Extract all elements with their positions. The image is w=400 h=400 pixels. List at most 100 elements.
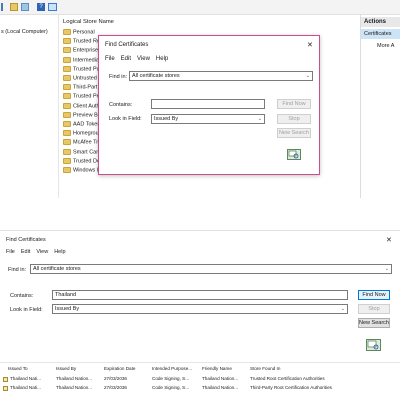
contains-label: Contains:	[10, 293, 34, 299]
contains-input[interactable]	[151, 99, 265, 109]
dialog-menu-bar: File Edit View Help	[105, 56, 174, 62]
column-header-issued-by[interactable]: Issued By	[56, 366, 102, 371]
folder-icon	[63, 38, 71, 45]
actions-more[interactable]: More A	[377, 43, 394, 49]
search-animation-icon	[287, 149, 301, 160]
look-in-field-select[interactable]: Issued By ⌄	[52, 304, 348, 314]
table-row[interactable]: Thailand Nati... Thailand Nation... 27/0…	[0, 385, 400, 393]
find-in-value: All certificate stores	[33, 266, 81, 272]
store-item[interactable]: Client Auth	[63, 102, 100, 111]
view-icon[interactable]	[48, 3, 57, 11]
cell-intended-purposes: Code Signing, S...	[152, 385, 190, 390]
store-item[interactable]: Third-Part	[63, 84, 97, 92]
store-item-label: Personal	[73, 29, 95, 36]
new-search-button[interactable]: New Search	[358, 318, 390, 328]
column-header-expiration-date[interactable]: Expiration Date	[104, 366, 150, 371]
actions-header: Actions	[361, 17, 400, 27]
store-item-label: Intermedia	[73, 57, 99, 64]
actions-certificates[interactable]: Certificates	[361, 29, 400, 39]
back-icon[interactable]	[1, 3, 5, 11]
look-in-field-select[interactable]: Issued By ⌄	[151, 114, 265, 124]
close-icon[interactable]: ✕	[386, 236, 392, 244]
look-in-field-value: Issued By	[55, 306, 80, 312]
cell-issued-to: Thailand Nati...	[10, 376, 41, 381]
folder-icon	[63, 102, 71, 109]
menu-edit[interactable]: Edit	[121, 56, 131, 62]
store-item-label: McAfee Tr	[73, 139, 99, 146]
store-item-label: Client Auth	[73, 103, 100, 110]
folder-icon	[63, 157, 71, 164]
column-header-intended-purposes[interactable]: Intended Purpose...	[152, 366, 200, 371]
store-item[interactable]: Homegrou	[63, 130, 99, 138]
store-item[interactable]: AAD Token	[63, 121, 100, 129]
contains-label: Contains:	[109, 102, 133, 108]
menu-file[interactable]: File	[6, 249, 15, 255]
dialog-title: Find Certificates	[6, 237, 46, 243]
chevron-down-icon: ⌄	[340, 306, 345, 312]
menu-file[interactable]: File	[105, 56, 115, 62]
menu-view[interactable]: View	[137, 56, 150, 62]
certificate-icon	[3, 386, 8, 391]
cell-issued-to: Thailand Nati...	[10, 385, 41, 390]
menu-edit[interactable]: Edit	[21, 249, 30, 255]
mmc-window: ? s (Local Computer) Logical Store Name …	[0, 0, 400, 198]
find-in-label: Find in:	[109, 74, 128, 80]
column-header-store-found-in[interactable]: Store Found In	[250, 366, 400, 371]
store-item-label: Trusted Pu	[73, 66, 100, 73]
help-icon[interactable]: ?	[37, 3, 45, 11]
find-in-select[interactable]: All certificate stores ⌄	[30, 264, 392, 274]
store-item[interactable]: Smart Car	[63, 148, 98, 157]
stop-button[interactable]: Stop	[277, 114, 311, 124]
cell-expiration-date: 27/03/2036	[104, 376, 127, 381]
store-item-label: Trusted Pe	[73, 93, 100, 100]
contains-input[interactable]: Thailand	[52, 290, 348, 300]
new-search-button[interactable]: New Search	[277, 128, 311, 138]
find-in-select[interactable]: All certificate stores ⌄	[129, 71, 313, 81]
column-header-friendly-name[interactable]: Friendly Name	[202, 366, 248, 371]
chevron-down-icon: ⌄	[257, 116, 262, 122]
cell-expiration-date: 27/03/2036	[104, 385, 127, 390]
find-in-label: Find in:	[8, 267, 27, 273]
menu-help[interactable]: Help	[156, 56, 168, 62]
find-now-button[interactable]: Find Now	[277, 99, 311, 109]
store-item-label: Homegrou	[73, 130, 99, 137]
cell-friendly-name: Thailand Nation...	[202, 376, 239, 381]
store-item-label: Third-Part	[73, 84, 98, 91]
column-header-issued-to[interactable]: Issued To	[8, 366, 54, 371]
store-item[interactable]: Trusted Ro	[63, 38, 100, 46]
folder-icon	[63, 167, 71, 173]
cell-store-found-in: Trusted Root Certification Authorities	[250, 376, 325, 381]
properties-icon[interactable]	[21, 3, 29, 11]
up-folder-icon[interactable]	[10, 3, 18, 11]
store-item[interactable]: McAfee Tr	[63, 139, 98, 147]
dialog-menu-bar: File Edit View Help	[6, 249, 72, 255]
store-item[interactable]: Trusted Pu	[63, 65, 100, 74]
store-item[interactable]: Trusted De	[63, 157, 100, 166]
tree-root-item[interactable]: s (Local Computer)	[1, 29, 48, 35]
cell-intended-purposes: Code Signing, S...	[152, 376, 190, 381]
mmc-toolbar: ?	[0, 0, 400, 15]
store-item[interactable]: Untrusted	[63, 75, 97, 83]
console-tree: s (Local Computer)	[0, 15, 59, 198]
store-item[interactable]: Preview Bu	[63, 111, 101, 120]
menu-view[interactable]: View	[36, 249, 48, 255]
close-icon[interactable]: ✕	[307, 41, 313, 49]
store-item-label: Enterprise	[73, 47, 99, 54]
store-item[interactable]: Intermedia	[63, 56, 99, 65]
results-header: Issued To Issued By Expiration Date Inte…	[0, 366, 400, 374]
store-item-label: AAD Token	[73, 121, 101, 128]
find-now-button[interactable]: Find Now	[358, 290, 390, 300]
column-header-logical-store-name[interactable]: Logical Store Name	[63, 19, 114, 25]
store-item[interactable]: Enterprise	[63, 47, 98, 55]
table-row[interactable]: Thailand Nati... Thailand Nation... 27/0…	[0, 376, 400, 384]
store-item[interactable]: Trusted Pe	[63, 93, 100, 101]
store-item[interactable]: Personal	[63, 29, 95, 37]
store-item-label: Preview Bu	[73, 112, 101, 119]
find-certificates-dialog-small: Find Certificates ✕ File Edit View Help Fin…	[98, 35, 320, 175]
folder-icon	[63, 29, 71, 35]
find-in-value: All certificate stores	[132, 73, 180, 79]
results-table: Issued To Issued By Expiration Date Inte…	[0, 362, 400, 400]
actions-pane: Actions Certificates More A	[360, 15, 400, 198]
menu-help[interactable]: Help	[54, 249, 65, 255]
stop-button[interactable]: Stop	[358, 304, 390, 314]
